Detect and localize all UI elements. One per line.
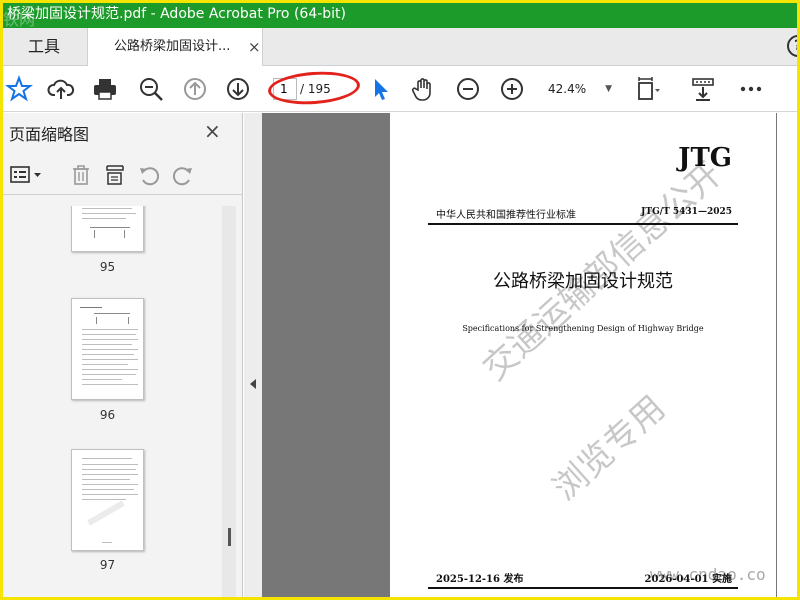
site-watermark: www.cndao.co (650, 565, 766, 584)
collapse-arrow-icon[interactable] (250, 379, 256, 389)
main-toolbar: / 195 42.4% ▼ (3, 66, 797, 112)
pdf-page: JTG 中华人民共和国推荐性行业标准 JTG/T 5431—2025 公路桥梁加… (390, 113, 776, 597)
thumbnail-page-96[interactable] (71, 298, 144, 400)
document-scrollbar[interactable] (777, 113, 797, 597)
next-page-icon[interactable] (224, 75, 252, 103)
help-icon[interactable]: ? (787, 35, 797, 57)
thumbnail-label: 95 (99, 260, 116, 274)
thumbnail-toolbar (3, 153, 243, 195)
zoom-search-icon[interactable] (137, 75, 165, 103)
rotate-right-icon[interactable] (171, 163, 195, 187)
tab-bar: 工具 公路桥梁加固设计... × ? (3, 28, 797, 67)
thumbnail-list: 95 96 97 (3, 206, 221, 597)
star-icon[interactable] (5, 75, 33, 103)
tab-tools[interactable]: 工具 (3, 28, 85, 66)
tab-document[interactable]: 公路桥梁加固设计... × (87, 28, 263, 67)
pane-splitter-handle[interactable] (228, 528, 231, 546)
pane-title: 页面缩略图 (9, 125, 90, 144)
bottom-rule (428, 587, 738, 589)
thumbnail-options-icon[interactable] (9, 163, 45, 187)
scroll-mode-icon[interactable] (689, 75, 717, 103)
thumbnail-label: 97 (99, 558, 116, 572)
tab-document-label: 公路桥梁加固设计... (114, 39, 231, 54)
title-watermark: 铁网 (3, 10, 36, 29)
select-cursor-icon[interactable] (367, 75, 395, 103)
thumbnail-page-95[interactable] (71, 206, 144, 252)
page-fit-icon[interactable] (633, 75, 661, 103)
top-rule (428, 223, 738, 225)
more-options-icon[interactable] (737, 75, 765, 103)
page-layout-icon[interactable] (103, 163, 127, 187)
document-view: JTG 中华人民共和国推荐性行业标准 JTG/T 5431—2025 公路桥梁加… (244, 113, 797, 597)
delete-page-icon[interactable] (69, 163, 93, 187)
acrobat-window: 桥梁加固设计规范.pdf - Adobe Acrobat Pro (64-bit… (3, 3, 797, 597)
zoom-in-icon[interactable] (498, 75, 526, 103)
tab-close-icon[interactable]: × (248, 28, 261, 66)
zoom-level-value: 42.4% (548, 82, 587, 96)
zoom-level-select[interactable]: 42.4% ▼ (542, 76, 616, 102)
print-icon[interactable] (91, 75, 119, 103)
standard-name: 中华人民共和国推荐性行业标准 (436, 210, 576, 221)
pane-toggle-strip[interactable] (244, 113, 262, 597)
hand-tool-icon[interactable] (409, 75, 437, 103)
thumbnail-label: 96 (99, 408, 116, 422)
title-bar: 桥梁加固设计规范.pdf - Adobe Acrobat Pro (64-bit… (3, 3, 797, 28)
release-date: 2025-12-16 发布 (436, 574, 524, 585)
previous-page-icon[interactable] (181, 75, 209, 103)
pane-close-icon[interactable]: × (204, 119, 221, 143)
cloud-upload-icon[interactable] (47, 75, 75, 103)
chevron-down-icon: ▼ (605, 84, 612, 94)
page-watermark-line2: 浏览专用 (545, 387, 674, 509)
rotate-left-icon[interactable] (137, 163, 161, 187)
window-title: 桥梁加固设计规范.pdf - Adobe Acrobat Pro (64-bit… (7, 6, 347, 22)
document-title-en: Specifications for Strengthening Design … (462, 324, 704, 333)
page-thumbnails-pane: 页面缩略图 × 95 96 97 (3, 113, 243, 597)
zoom-out-icon[interactable] (454, 75, 482, 103)
thumbnail-page-97[interactable] (71, 449, 144, 551)
